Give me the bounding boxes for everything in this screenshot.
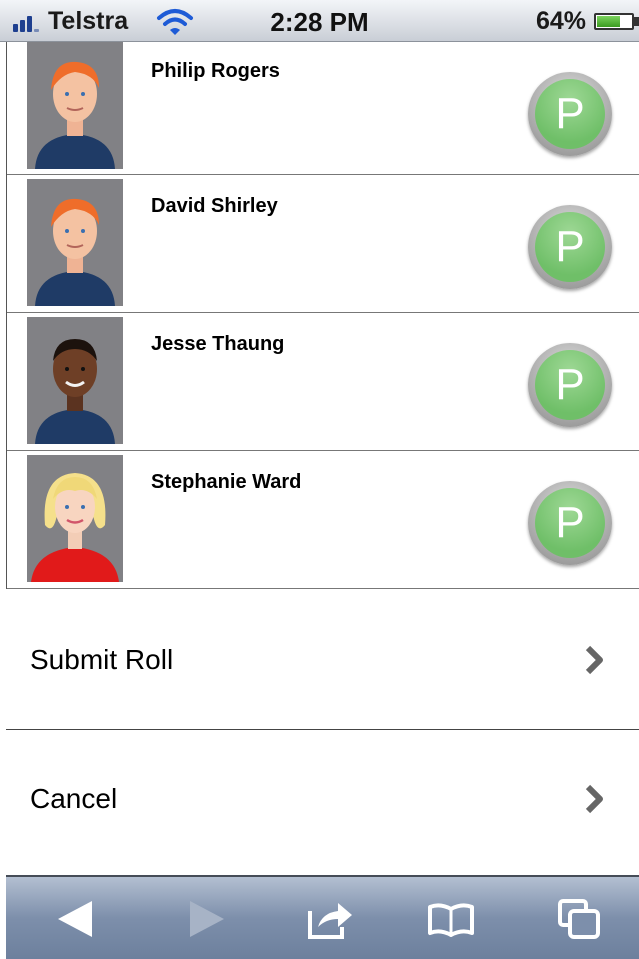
student-row[interactable]: Stephanie Ward P <box>7 451 639 589</box>
present-status-button[interactable]: P <box>528 72 612 156</box>
battery-cap <box>634 17 639 26</box>
chevron-right-icon <box>585 645 603 675</box>
present-status-button[interactable]: P <box>528 481 612 565</box>
student-name: David Shirley <box>151 195 278 217</box>
male-orange-hair-avatar <box>27 179 123 306</box>
present-status-label: P <box>535 212 605 282</box>
bookmarks-icon[interactable] <box>426 897 476 941</box>
cancel-button[interactable]: Cancel <box>6 730 639 868</box>
male-orange-hair-avatar <box>27 42 123 169</box>
pages-icon[interactable] <box>554 897 604 941</box>
share-icon[interactable] <box>306 897 356 941</box>
student-row[interactable]: David Shirley P <box>7 175 639 313</box>
present-status-label: P <box>535 488 605 558</box>
present-status-button[interactable]: P <box>528 343 612 427</box>
female-blonde-avatar <box>27 455 123 582</box>
browser-toolbar <box>6 875 639 959</box>
student-list: Philip Rogers P David Shirley P Jesse Th… <box>6 42 639 589</box>
submit-roll-button[interactable]: Submit Roll <box>6 591 639 729</box>
student-row[interactable]: Jesse Thaung P <box>7 313 639 451</box>
battery-icon <box>594 13 634 30</box>
present-status-label: P <box>535 79 605 149</box>
cancel-label: Cancel <box>30 783 118 814</box>
forward-arrow-icon[interactable] <box>180 897 230 941</box>
back-arrow-icon[interactable] <box>52 897 102 941</box>
student-row[interactable]: Philip Rogers P <box>7 42 639 175</box>
present-status-button[interactable]: P <box>528 205 612 289</box>
chevron-right-icon <box>585 784 603 814</box>
submit-roll-label: Submit Roll <box>30 644 174 675</box>
male-dark-skin-avatar <box>27 317 123 444</box>
present-status-label: P <box>535 350 605 420</box>
student-name: Stephanie Ward <box>151 471 302 493</box>
status-bar: Telstra 2:28 PM 64% <box>0 0 639 42</box>
battery-percentage: 64% <box>536 7 587 35</box>
student-name: Philip Rogers <box>151 60 280 82</box>
student-name: Jesse Thaung <box>151 333 285 355</box>
